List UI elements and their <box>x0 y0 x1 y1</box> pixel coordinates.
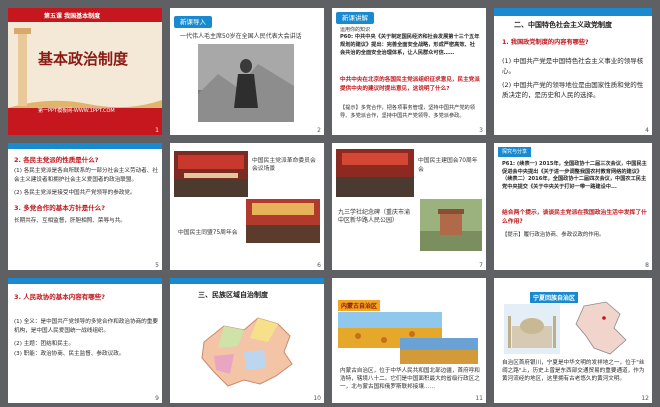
section-tag: 探究与分享 <box>498 147 532 157</box>
slide-number: 11 <box>475 395 483 402</box>
ningxia-map <box>575 301 627 355</box>
answer-text: (3) 职能：政治协商、民主监督、参政议政。 <box>14 351 125 357</box>
section-header: 新课导入 <box>174 16 212 28</box>
question-text: 1. 我国政党制度的内容有哪些? <box>502 39 589 46</box>
conference-photo-2 <box>246 199 320 243</box>
answer-text: (1) 全义：是中国共产党领导的多党合作和政治协商的重要机构，是中国人民爱国统一… <box>14 319 158 334</box>
region-description: 内蒙古自治区，位于中华人民共和国北部边疆，首府呼和浩特，辖境八十二。它们是中国面… <box>340 368 480 390</box>
slide-number: 12 <box>641 395 649 402</box>
footer-text: 第一PPT模板网-WWW.1PPT.COM <box>38 108 115 114</box>
slide-6[interactable]: 中国民主党派革命委员会会议场景 中国民主同盟75周年会 6 <box>170 143 324 270</box>
question-text: 3. 多党合作的基本方针是什么? <box>14 204 106 212</box>
question-text: 2. 各民主党派的性质是什么? <box>14 156 99 164</box>
slide-title: 二、中国特色社会主义政党制度 <box>514 21 612 29</box>
mosque-photo <box>504 304 560 354</box>
lesson-label: 第五课 我国基本制度 <box>44 13 101 20</box>
building-pillar-graphic <box>8 8 162 135</box>
historical-photo <box>198 44 294 122</box>
photo-caption: 中国民主建国会70周年会 <box>418 158 478 173</box>
photo-caption: 中国民主党派革命委员会会议场景 <box>252 158 316 173</box>
slide-number: 7 <box>479 262 483 269</box>
photo-caption: 中国民主同盟75周年会 <box>178 230 238 236</box>
answer-text: (2) 中国共产党的领导地位是由国家性质和党的性质决定的，是历史和人民的选择。 <box>502 81 644 100</box>
slide-number: 4 <box>645 127 649 134</box>
question-text: 3. 人民政协的基本内容有哪些? <box>14 293 106 301</box>
monument-photo <box>420 199 482 251</box>
header-bar <box>170 278 324 284</box>
slide-9[interactable]: 3. 人民政协的基本内容有哪些? (1) 全义：是中国共产党领导的多党合作和政治… <box>8 278 162 403</box>
answer-text: (2) 主题：团结和民主。 <box>14 341 75 347</box>
slide-number: 2 <box>317 127 321 134</box>
slide-3[interactable]: 新课讲解 运用你的知识 P60: 中共中央《关于制定国民经济和社会发展第十三个五… <box>332 8 486 135</box>
question-text: 结合两个提示，谈谈民主党派在我国政治生活中发挥了什么作用? <box>502 210 647 225</box>
slide-title: 基本政治制度 <box>38 50 129 68</box>
conference-photo <box>336 149 414 197</box>
case-text: P60: 中共中央《关于制定国民经济和社会发展第十三个五年规划的建议》提出：完善… <box>340 34 480 56</box>
slide-number: 5 <box>155 262 159 269</box>
question-text: 中共中央在北京的各国民主党派组织征求意见，民主党派提供中央的建议时提出意见，这说… <box>340 77 480 92</box>
slide-number: 9 <box>155 395 159 402</box>
conference-photo-1 <box>174 151 248 197</box>
prairie-photo <box>400 338 478 364</box>
answer-text: 长期共存、互相监督，肝胆相照、荣辱与共。 <box>14 218 126 224</box>
slide-12[interactable]: 宁夏回族自治区 自治区首府银川，宁夏是中华文明的发祥地之一，位于"丝绸之路"上，… <box>494 278 652 403</box>
slide-7[interactable]: 中国民主建国会70周年会 九三学社纪念碑（重庆市渝中区新华路人民公园） 7 <box>332 143 486 270</box>
china-map <box>201 317 293 387</box>
slide-number: 1 <box>155 127 159 134</box>
header-bar <box>494 8 652 16</box>
region-label: 内蒙古自治区 <box>338 300 381 311</box>
answer-text: (1) 各民主党派是各自所联系的一部分社会主义劳动者、社会主义建设者和拥护社会主… <box>14 168 158 183</box>
sub-label: 运用你的知识 <box>340 27 371 33</box>
region-description: 自治区首府银川，宁夏是中华文明的发祥地之一，位于"丝绸之路"上，历史上曾是东西部… <box>502 360 645 382</box>
photo-caption: 九三学社纪念碑（重庆市渝中区新华路人民公园） <box>338 209 411 225</box>
slide-number: 6 <box>317 262 321 269</box>
tip-text: 【提示】履行政治协商、参政议政的作用。 <box>502 232 605 238</box>
photo-caption: 一代伟人毛主席50岁在全国人民代表大会讲话 <box>180 33 302 40</box>
answer-text: (2) 各民主党派是接受中国共产党领导的参政党。 <box>14 190 136 196</box>
section-header: 新课讲解 <box>336 12 374 24</box>
header-bar <box>8 278 162 284</box>
slide-11[interactable]: 内蒙古自治区 内蒙古自治区，位于中华人民共和国北部边疆，首府呼和浩特，辖境八十二… <box>332 278 486 403</box>
slide-4[interactable]: 二、中国特色社会主义政党制度 1. 我国政党制度的内容有哪些? (1) 中国共产… <box>494 8 652 135</box>
slide-2[interactable]: 新课导入 一代伟人毛主席50岁在全国人民代表大会讲话 2 <box>170 8 324 135</box>
tip-text: 【提示】多党合作，把各项事务管理，坚持中国共产党的领导、多党派合作，坚持中国共产… <box>340 105 475 120</box>
slide-1[interactable]: 第五课 我国基本制度 基本政治制度 第一PPT模板网-WWW.1PPT.COM … <box>8 8 162 135</box>
answer-text: (1) 中国共产党是中国特色社会主义事业的领导核心。 <box>502 57 644 76</box>
case-text: P61: (续表一) 2015年，全国政协十二届三次会议，中国民主促进会中央提出… <box>502 161 647 190</box>
slide-number: 3 <box>479 127 483 134</box>
slide-8[interactable]: 探究与分享 P61: (续表一) 2015年，全国政协十二届三次会议，中国民主促… <box>494 143 652 270</box>
slide-title: 三、民族区域自治制度 <box>198 291 268 299</box>
header-bar <box>8 143 162 149</box>
slide-10[interactable]: 三、民族区域自治制度 10 <box>170 278 324 403</box>
slide-number: 10 <box>313 395 321 402</box>
slide-number: 8 <box>645 262 649 269</box>
slide-5[interactable]: 2. 各民主党派的性质是什么? (1) 各民主党派是各自所联系的一部分社会主义劳… <box>8 143 162 270</box>
